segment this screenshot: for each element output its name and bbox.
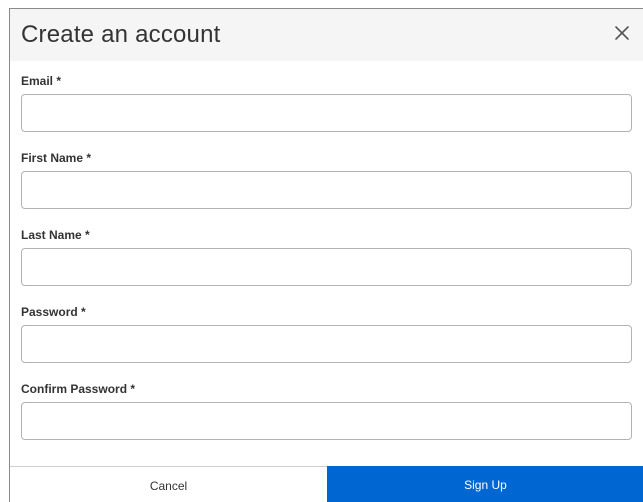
last-name-label: Last Name *: [21, 228, 90, 242]
first-name-label: First Name *: [21, 151, 92, 165]
cancel-button[interactable]: Cancel: [10, 467, 327, 502]
first-name-field[interactable]: [21, 171, 632, 209]
email-label: Email *: [21, 74, 62, 88]
close-icon[interactable]: [611, 22, 633, 44]
dialog-title: Create an account: [21, 21, 221, 48]
password-label: Password *: [21, 305, 86, 319]
last-name-field[interactable]: [21, 248, 632, 286]
email-field[interactable]: [21, 94, 632, 132]
sign-up-button[interactable]: Sign Up: [327, 466, 643, 502]
confirm-password-field[interactable]: [21, 402, 632, 440]
confirm-password-label: Confirm Password *: [21, 382, 136, 396]
password-field[interactable]: [21, 325, 632, 363]
create-account-dialog: Create an account Email * First Name * L…: [9, 8, 643, 502]
dialog-header: Create an account: [10, 9, 643, 61]
dialog-footer: Cancel Sign Up: [10, 466, 643, 502]
